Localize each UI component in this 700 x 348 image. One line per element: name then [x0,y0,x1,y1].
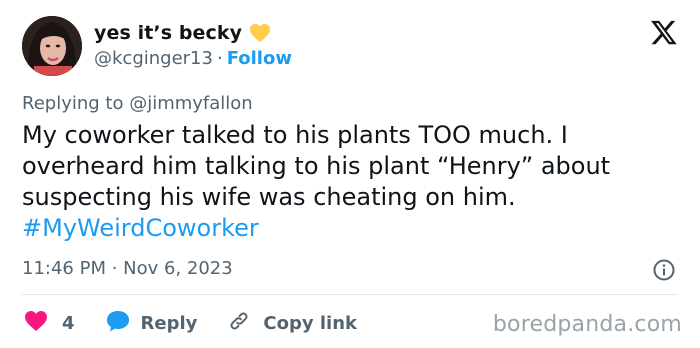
author-handle[interactable]: @kcginger13 [94,48,213,69]
hashtag-link[interactable]: #MyWeirdCoworker [22,214,259,242]
action-bar: 4 Reply Copy link [24,309,357,338]
avatar[interactable] [22,16,82,76]
x-logo-icon[interactable] [650,18,678,46]
author-name-row: yes it’s becky [94,22,271,44]
divider [22,294,678,295]
speech-bubble-icon [105,309,131,338]
copy-link-label: Copy link [263,313,357,334]
replying-to-context: Replying to @jimmyfallon [22,93,253,114]
info-icon[interactable] [652,258,676,282]
tweet-body: My coworker talked to his plants TOO muc… [22,120,682,244]
like-button[interactable]: 4 [24,310,75,337]
tweet-timestamp[interactable]: 11:46 PM · Nov 6, 2023 [22,258,233,279]
like-count: 4 [62,313,75,334]
reply-label: Reply [140,313,198,334]
follow-button[interactable]: Follow [227,48,292,69]
handle-separator: · [216,48,223,69]
author-handle-row: @kcginger13 · Follow [94,48,292,69]
reply-button[interactable]: Reply [105,309,198,338]
copy-link-button[interactable]: Copy link [227,309,357,338]
author-display-name[interactable]: yes it’s becky [94,22,242,44]
yellow-heart-icon [249,23,271,43]
watermark: boredpanda.com [492,312,682,337]
tweet-text: My coworker talked to his plants TOO muc… [22,121,611,211]
link-icon [227,309,251,338]
heart-icon [24,310,48,337]
